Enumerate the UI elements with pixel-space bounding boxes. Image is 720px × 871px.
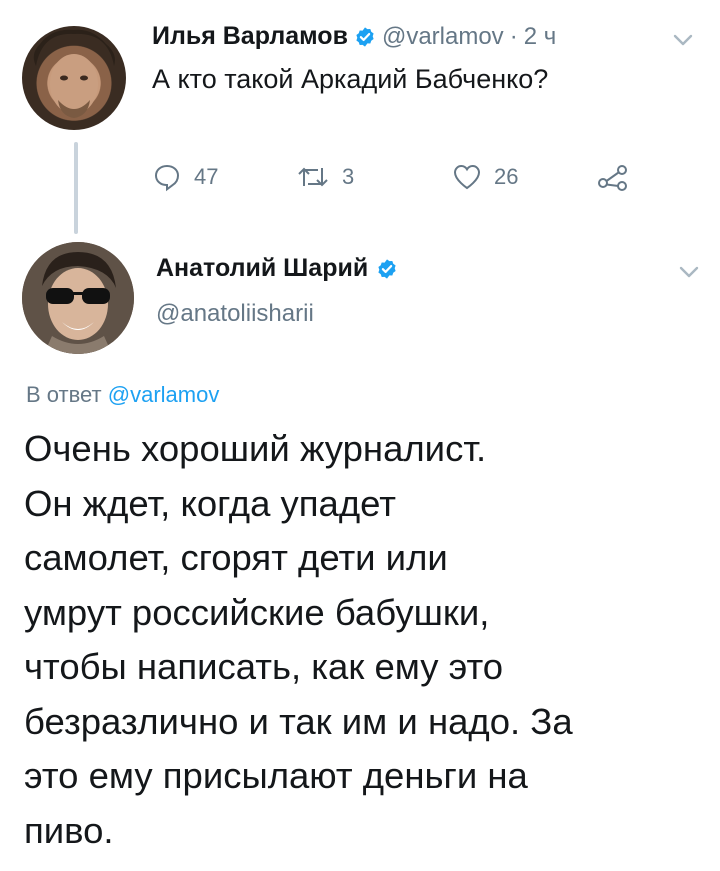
retweet-button[interactable]: 3 xyxy=(296,162,354,192)
tweet2-text-line: чтобы написать, как ему это xyxy=(24,646,504,687)
tweet2-author-name[interactable]: Анатолий Шарий xyxy=(156,254,368,283)
chevron-down-icon[interactable] xyxy=(670,30,696,50)
thread-connector-line xyxy=(74,142,78,234)
tweet2-handle[interactable]: @anatoliisharii xyxy=(156,300,314,328)
like-count: 26 xyxy=(494,164,519,189)
reply-count: 47 xyxy=(194,164,219,189)
tweet1-timestamp[interactable]: 2 ч xyxy=(524,23,557,51)
tweet2-text-line: Очень хороший журналист. xyxy=(24,428,487,469)
share-icon xyxy=(598,165,627,191)
avatar-face-illustration xyxy=(22,242,134,354)
tweet2-text-line: умрут российские бабушки, xyxy=(24,591,490,633)
tweet1-text: А кто такой Аркадий Бабченко? xyxy=(152,64,549,94)
verified-badge-icon xyxy=(378,258,396,279)
tweet2-header: Анатолий Шарий xyxy=(156,254,398,283)
tweet2-text-line: безразлично и так им и надо. За xyxy=(24,700,573,742)
tweet1-handle[interactable]: @varlamov xyxy=(382,23,504,51)
tweet2-text-line: это ему присылают деньги на xyxy=(24,755,528,796)
like-icon xyxy=(453,164,481,190)
verified-badge-icon xyxy=(356,26,374,47)
reply-icon xyxy=(154,164,180,192)
tweet2-text-line: самолет, сгорят дети или xyxy=(24,537,448,578)
tweet1-header: Илья Варламов @varlamov · 2 ч xyxy=(152,22,556,51)
tweet2-text-line: пиво. xyxy=(24,809,114,851)
share-button[interactable] xyxy=(596,162,630,192)
tweet1-separator: · xyxy=(509,22,518,50)
retweet-count: 3 xyxy=(342,164,355,189)
reply-prefix: В ответ xyxy=(26,382,108,407)
reply-context: В ответ @varlamov xyxy=(26,382,219,408)
like-button[interactable]: 26 xyxy=(452,162,518,192)
tweet1-author-name[interactable]: Илья Варламов xyxy=(152,22,348,51)
reply-button[interactable]: 47 xyxy=(152,162,218,192)
avatar-face-illustration xyxy=(33,29,115,118)
tweet2-text-line: Он ждет, когда упадет xyxy=(24,482,396,524)
avatar-sharii[interactable] xyxy=(22,242,134,354)
reply-to-handle-link[interactable]: @varlamov xyxy=(108,382,220,407)
chevron-down-icon[interactable] xyxy=(676,262,702,282)
tweet2-text: Очень хороший журналист. Он ждет, когда … xyxy=(24,422,704,858)
avatar-varlamov[interactable] xyxy=(22,26,126,130)
retweet-icon xyxy=(298,167,328,187)
